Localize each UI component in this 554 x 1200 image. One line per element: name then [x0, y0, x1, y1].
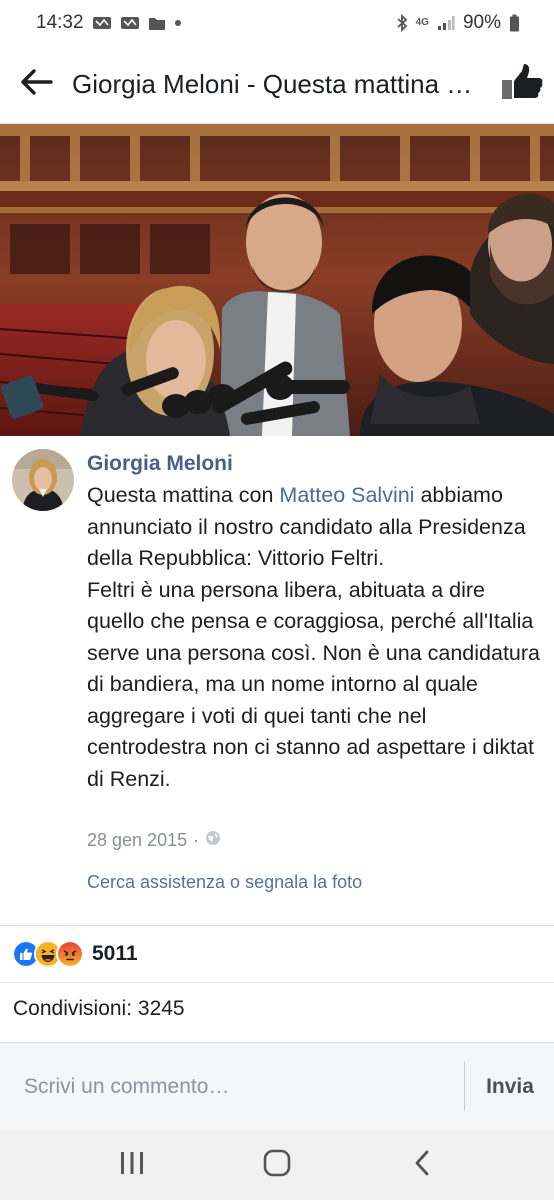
notification-icon	[120, 15, 140, 31]
network-type: 4G	[416, 18, 429, 28]
shares-count[interactable]: Condivisioni: 3245	[13, 997, 185, 1021]
app-bar: Giorgia Meloni - Questa mattina con Matt…	[0, 46, 554, 124]
send-button[interactable]: Invia	[466, 1043, 554, 1131]
back-icon	[413, 1150, 431, 1181]
avatar[interactable]	[12, 449, 74, 511]
report-photo-link[interactable]: Cerca assistenza o segnala la foto	[87, 872, 362, 893]
like-button[interactable]	[490, 46, 554, 124]
arrow-left-icon	[19, 68, 53, 101]
status-time: 14:32	[36, 12, 84, 33]
divider	[0, 982, 554, 983]
status-bar: 14:32 4G 90%	[0, 0, 554, 46]
globe-icon	[205, 830, 221, 851]
post-text-intro: Questa mattina con	[87, 483, 280, 507]
network-label: 4G	[415, 17, 429, 28]
post-photo[interactable]	[0, 124, 554, 436]
post-date[interactable]: 28 gen 2015	[87, 830, 187, 851]
page-title: Giorgia Meloni - Questa mattina con Matt…	[72, 69, 490, 99]
comment-bar: Invia	[0, 1042, 554, 1130]
post-paragraph-2: Feltri è una persona libera, abituata a …	[87, 577, 540, 791]
divider	[0, 925, 554, 926]
signal-icon	[437, 15, 455, 31]
home-button[interactable]	[237, 1135, 317, 1195]
reaction-icons	[12, 940, 84, 968]
post-author[interactable]: Giorgia Meloni	[87, 452, 233, 476]
nav-back-button[interactable]	[382, 1135, 462, 1195]
post-paragraph-1: Questa mattina con Matteo Salvini abbiam…	[87, 480, 547, 575]
battery-icon	[509, 14, 520, 32]
post-text: Questa mattina con Matteo Salvini abbiam…	[87, 480, 547, 795]
comment-separator	[464, 1061, 465, 1111]
status-right: 4G 90%	[396, 12, 520, 34]
dot-icon	[174, 19, 182, 27]
reaction-count: 5011	[92, 942, 138, 965]
system-nav-bar	[0, 1130, 554, 1200]
recent-apps-button[interactable]	[92, 1135, 172, 1195]
post-meta: 28 gen 2015 ·	[87, 830, 221, 851]
home-icon	[263, 1149, 291, 1182]
status-left: 14:32	[36, 12, 182, 34]
angry-reaction-icon	[56, 940, 84, 968]
reactions-summary[interactable]: 5011	[12, 937, 138, 971]
comment-input[interactable]	[12, 1059, 476, 1115]
notification-icon	[92, 15, 112, 31]
thumbs-up-icon	[500, 63, 544, 106]
bluetooth-icon	[396, 14, 408, 32]
battery-percent: 90%	[462, 12, 501, 33]
back-button[interactable]	[0, 46, 72, 124]
mention-link[interactable]: Matteo Salvini	[279, 483, 414, 507]
folder-icon	[148, 16, 166, 31]
date-separator: ·	[193, 830, 200, 850]
recent-apps-icon	[119, 1151, 145, 1180]
